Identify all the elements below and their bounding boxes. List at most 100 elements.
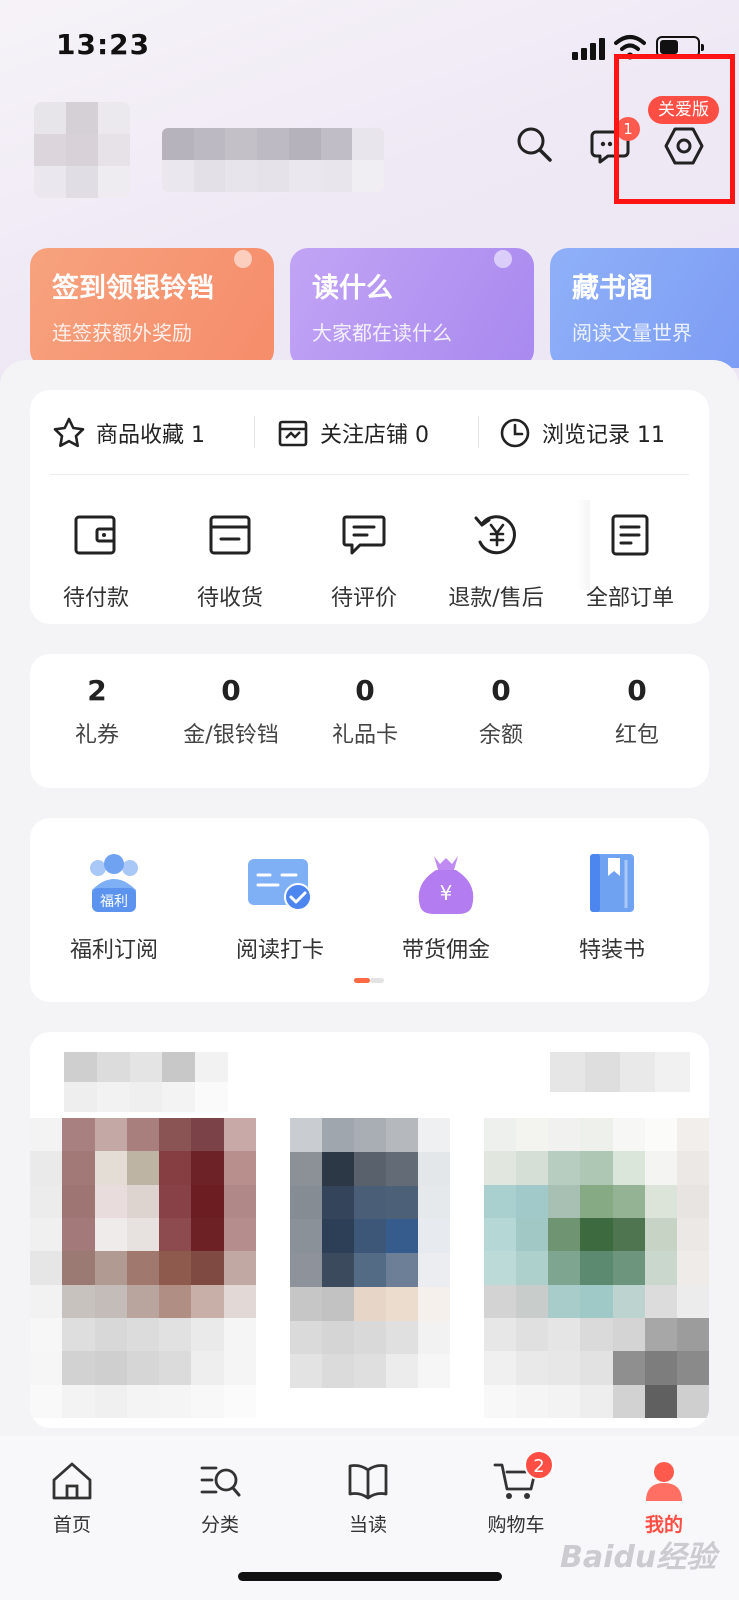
quick-link-label: 关注店铺 0 <box>320 423 429 448</box>
asset-label: 礼品卡 <box>331 723 398 748</box>
signal-icon <box>572 38 606 60</box>
service-reading-checkin[interactable]: 阅读打卡 <box>210 848 350 964</box>
home-icon <box>52 1462 92 1500</box>
recommended-products[interactable] <box>30 1032 709 1428</box>
star-icon <box>53 417 85 448</box>
services-card: 福利 福利订阅 阅读打卡 ¥ 带货佣金 特装书 <box>30 818 709 1002</box>
profile-icon <box>646 1462 682 1501</box>
product-image-blurred <box>30 1118 256 1418</box>
feature-subtitle: 阅读文量世界 <box>572 321 692 345</box>
order-pending-receipt[interactable]: 待收货 <box>170 510 290 612</box>
avatar[interactable] <box>34 102 130 198</box>
asset-label: 礼券 <box>74 723 119 748</box>
quick-link-favorites[interactable]: 商品收藏 1 <box>52 416 205 450</box>
feature-card-checkin[interactable]: 签到领银铃铛 连签获额外奖励 <box>30 248 274 368</box>
service-welfare-subscription[interactable]: 福利 福利订阅 <box>44 848 184 964</box>
order-label: 待评价 <box>330 586 397 611</box>
nav-profile[interactable]: 我的 <box>614 1458 714 1537</box>
asset-label: 红包 <box>614 723 659 748</box>
feature-subtitle: 大家都在读什么 <box>312 321 452 345</box>
feature-card-library[interactable]: 藏书阁 阅读文量世界 <box>550 248 739 368</box>
username <box>162 128 384 192</box>
status-time: 13:23 <box>56 28 151 61</box>
nav-label: 购物车 <box>487 1514 545 1536</box>
quick-link-followed-stores[interactable]: 关注店铺 0 <box>276 416 429 450</box>
feature-title: 读什么 <box>312 273 393 304</box>
service-commission[interactable]: ¥ 带货佣金 <box>376 848 516 964</box>
asset-value: 0 <box>491 674 511 707</box>
store-icon <box>278 420 308 447</box>
service-special-book[interactable]: 特装书 <box>542 848 682 964</box>
home-indicator[interactable] <box>238 1572 502 1581</box>
divider <box>254 416 255 448</box>
asset-gift-card[interactable]: 0 礼品卡 <box>300 674 430 749</box>
asset-value: 0 <box>221 674 241 707</box>
nav-cart[interactable]: 2 购物车 <box>466 1450 566 1537</box>
order-label: 待付款 <box>62 586 129 611</box>
quick-link-label: 商品收藏 1 <box>96 423 205 448</box>
order-pending-payment[interactable]: 待付款 <box>36 510 156 612</box>
feature-card-what-to-read[interactable]: 读什么 大家都在读什么 <box>290 248 534 368</box>
special-book-icon <box>590 854 634 912</box>
service-label: 福利订阅 <box>69 938 158 963</box>
quick-link-label: 浏览记录 11 <box>542 423 665 448</box>
product-image-blurred <box>550 1052 690 1092</box>
nav-label: 分类 <box>200 1514 239 1536</box>
service-label: 特装书 <box>578 938 645 963</box>
feature-subtitle: 连签获额外奖励 <box>52 321 192 345</box>
nav-label: 首页 <box>52 1514 91 1536</box>
order-label: 待收货 <box>196 586 263 611</box>
asset-red-packet[interactable]: 0 红包 <box>572 674 702 749</box>
asset-bells[interactable]: 0 金/银铃铛 <box>166 674 296 749</box>
refund-icon <box>474 515 516 555</box>
assets-card: 2 礼券 0 金/银铃铛 0 礼品卡 0 余额 0 红包 <box>30 654 709 788</box>
money-bag-icon: ¥ <box>418 856 474 914</box>
asset-label: 金/银铃铛 <box>183 723 279 748</box>
asset-value: 0 <box>627 674 647 707</box>
orders-card: 商品收藏 1 关注店铺 0 浏览记录 11 待付款 待收货 待评价 退款/售后 … <box>30 390 709 624</box>
search-icon[interactable] <box>512 122 556 166</box>
feature-title: 藏书阁 <box>572 273 653 304</box>
asset-label: 余额 <box>478 723 523 748</box>
product-image-blurred <box>64 1052 228 1112</box>
asset-balance[interactable]: 0 余额 <box>436 674 566 749</box>
watermark: Baidu经验 <box>560 1540 717 1575</box>
quick-links-row: 商品收藏 1 关注店铺 0 浏览记录 11 <box>30 390 709 474</box>
page-indicator <box>354 978 384 983</box>
divider <box>478 416 479 448</box>
nav-home[interactable]: 首页 <box>22 1458 122 1537</box>
book-icon <box>348 1464 388 1500</box>
service-label: 阅读打卡 <box>235 938 324 963</box>
order-label: 退款/售后 <box>448 586 544 611</box>
package-icon <box>209 515 251 555</box>
orders-icon <box>611 514 649 556</box>
order-label: 全部订单 <box>585 586 674 611</box>
feature-title: 签到领银铃铛 <box>52 273 214 304</box>
nav-category[interactable]: 分类 <box>170 1458 270 1537</box>
nav-reading[interactable]: 当读 <box>318 1458 418 1537</box>
cart-badge: 2 <box>524 1450 554 1480</box>
asset-coupons[interactable]: 2 礼券 <box>32 674 162 749</box>
welfare-icon: 福利 <box>90 854 138 912</box>
svg-text:福利: 福利 <box>100 894 128 910</box>
category-icon <box>200 1466 241 1497</box>
pin-decoration <box>494 250 512 268</box>
service-label: 带货佣金 <box>401 938 490 963</box>
comment-icon <box>342 515 386 555</box>
highlight-annotation-box <box>614 54 735 204</box>
order-all[interactable]: 全部订单 <box>570 510 690 612</box>
product-image-blurred <box>484 1118 709 1418</box>
nav-label: 当读 <box>348 1514 387 1536</box>
svg-text:¥: ¥ <box>440 881 453 905</box>
order-refund[interactable]: 退款/售后 <box>436 510 556 612</box>
asset-value: 0 <box>355 674 375 707</box>
reading-checkin-icon <box>248 859 312 911</box>
asset-value: 2 <box>87 674 107 707</box>
divider <box>50 474 689 475</box>
order-pending-review[interactable]: 待评价 <box>304 510 424 612</box>
quick-link-history[interactable]: 浏览记录 11 <box>498 416 665 450</box>
pin-decoration <box>234 250 252 268</box>
product-image-blurred <box>290 1118 450 1388</box>
wallet-icon <box>74 515 116 555</box>
clock-icon <box>500 418 530 448</box>
